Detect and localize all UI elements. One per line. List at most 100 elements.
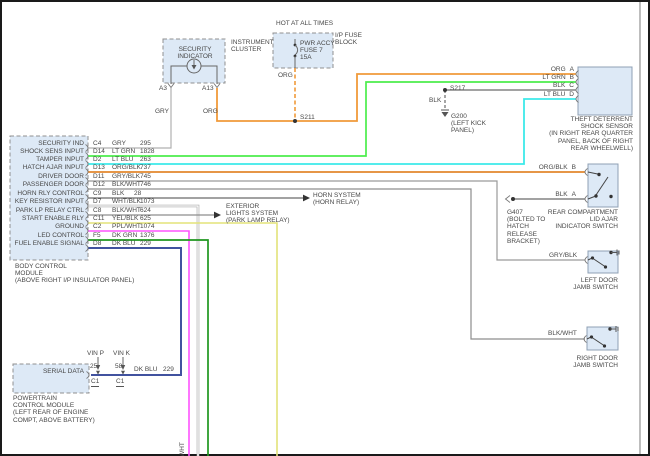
security-indicator-name: SECURITY INDICATOR bbox=[167, 46, 223, 60]
bcm-circuit: 1828 bbox=[140, 148, 154, 155]
bcm-pin-id: C9 bbox=[93, 190, 101, 197]
pplwht-vertical-wire-label: PPL/WHT bbox=[179, 442, 186, 456]
org-wire-label: ORG bbox=[203, 108, 218, 115]
bcm-pin-id: D8 bbox=[93, 240, 101, 247]
splice-s211-label: S211 bbox=[300, 114, 315, 121]
pcm-port-label: SERIAL DATA bbox=[24, 368, 84, 375]
horn-system-arrow-icon bbox=[303, 195, 310, 202]
bcm-pin-label: SECURITY IND bbox=[12, 140, 84, 147]
bcm-pin-id: C11 bbox=[93, 215, 104, 222]
bcm-circuit: 28 bbox=[134, 190, 141, 197]
bcm-circuit: 263 bbox=[140, 156, 151, 163]
bcm-pin-id: C8 bbox=[93, 207, 101, 214]
bcm-wire-color: LT GRN bbox=[112, 148, 135, 155]
bcm-circuit: 295 bbox=[140, 140, 151, 147]
rear-lid-switch-box bbox=[588, 164, 618, 207]
rear-switch-name: REAR COMPARTMENT LID AJAR INDICATOR SWIT… bbox=[500, 209, 618, 231]
bcm-wire-color: LT BLU bbox=[112, 156, 133, 163]
org-feed-wire-label: ORG bbox=[278, 72, 293, 79]
left-door-switch-name: LEFT DOOR JAMB SWITCH bbox=[558, 277, 618, 291]
bcm-pin-label: START ENABLE RLY bbox=[12, 215, 84, 222]
horn-system-destination: HORN SYSTEM (HORN RELAY) bbox=[313, 192, 361, 206]
bcm-pin-label: TAMPER INPUT bbox=[12, 156, 84, 163]
fuse-block-name: I/P FUSE BLOCK bbox=[335, 32, 362, 46]
exterior-lights-arrow-icon bbox=[214, 212, 221, 219]
bcm-pin-id: D7 bbox=[93, 198, 101, 205]
ground-g200-name: G200 (LEFT KICK PANEL) bbox=[451, 113, 486, 135]
bcm-wire-color: BLK/WHT bbox=[112, 207, 141, 214]
bcm-pin-label: SHOCK SENS INPUT bbox=[12, 148, 84, 155]
pcm-name: POWERTRAIN CONTROL MODULE (LEFT REAR OF … bbox=[13, 395, 95, 424]
instrument-cluster-name: INSTRUMENT CLUSTER bbox=[231, 39, 274, 53]
bcm-wire-color: ORG/BLK bbox=[112, 164, 141, 171]
bcm-circuit: 737 bbox=[140, 164, 151, 171]
bcm-wire-color: BLK/WHT bbox=[112, 181, 141, 188]
pcm-connector-k: C1 bbox=[116, 378, 124, 385]
bcm-pin-id: D2 bbox=[93, 156, 101, 163]
bcm-circuit: 229 bbox=[140, 240, 151, 247]
left-door-switch-box bbox=[588, 251, 618, 273]
left-door-wire-label: GRY/BLK bbox=[549, 252, 577, 259]
bcm-pin-label: PASSENGER DOOR bbox=[12, 181, 84, 188]
bcm-wire-color: DK BLU bbox=[112, 240, 135, 247]
pcm-wire-circuit-label: 229 bbox=[163, 366, 174, 373]
bcm-pin-label: LED CONTROL bbox=[12, 232, 84, 239]
wire-gry-295 bbox=[88, 88, 171, 148]
bcm-circuit: 1074 bbox=[140, 223, 154, 230]
bcm-wire-color: GRY bbox=[112, 140, 126, 147]
bcm-pin-label: DRIVER DOOR bbox=[12, 173, 84, 180]
bcm-pin-label: PARK LP RELAY CTRL bbox=[12, 207, 84, 214]
pcm-wire-color-label: DK BLU bbox=[134, 366, 157, 373]
bcm-pin-id: D12 bbox=[93, 181, 105, 188]
gry-wire-label: GRY bbox=[155, 108, 169, 115]
pcm-connector-p: C1 bbox=[91, 378, 99, 385]
wiring-diagram-page: HOT AT ALL TIMES I/P FUSE BLOCK PWR ACCY… bbox=[0, 0, 650, 456]
splice-s211 bbox=[293, 119, 297, 123]
blk-drop-wire-label: BLK bbox=[429, 97, 441, 104]
bcm-wire-color: PPL/WHT bbox=[112, 223, 141, 230]
bcm-pin-id: D14 bbox=[93, 148, 105, 155]
bcm-pin-label: HORN RLY CONTROL bbox=[12, 190, 84, 197]
fuse-name: PWR ACCY FUSE 7 15A bbox=[300, 40, 335, 62]
pcm-pin-k-circuit: 58 bbox=[115, 363, 122, 370]
shock-sensor-box bbox=[578, 67, 632, 115]
sensor-pin-c-label: BLKC bbox=[514, 82, 574, 89]
bcm-wire-color: YEL/BLK bbox=[112, 215, 138, 222]
bcm-pin-id: D11 bbox=[93, 173, 104, 180]
hot-at-all-times-label: HOT AT ALL TIMES bbox=[276, 20, 333, 27]
bcm-pin-id: F5 bbox=[93, 232, 101, 239]
bcm-pin-label: FUEL ENABLE SIGNAL bbox=[12, 240, 84, 247]
bcm-circuit: 1073 bbox=[140, 198, 154, 205]
bcm-pin-label: KEY RESISTOR INPUT bbox=[12, 198, 84, 205]
pcm-pin-p-name: VIN P bbox=[87, 350, 104, 357]
bcm-pin-id: C2 bbox=[93, 223, 101, 230]
ground-g200-icon bbox=[441, 110, 449, 117]
pin-a3-label: A3 bbox=[159, 85, 167, 92]
bcm-circuit: 746 bbox=[140, 181, 151, 188]
sensor-pin-d-label: LT BLUD bbox=[514, 91, 574, 98]
rear-switch-pin-b-label: ORG/BLKB bbox=[516, 164, 576, 171]
bcm-circuit: 624 bbox=[140, 207, 151, 214]
sensor-pin-a-label: ORGA bbox=[514, 66, 574, 73]
bcm-pin-id: C4 bbox=[93, 140, 101, 147]
bcm-wire-color: DK GRN bbox=[112, 232, 137, 239]
bcm-wire-color: BLK bbox=[112, 190, 124, 197]
bcm-name: BODY CONTROL MODULE (ABOVE RIGHT I/P INS… bbox=[15, 263, 134, 285]
bcm-circuit: 745 bbox=[140, 173, 151, 180]
right-door-switch-name: RIGHT DOOR JAMB SWITCH bbox=[558, 355, 618, 369]
exterior-lights-destination: EXTERIOR LIGHTS SYSTEM (PARK LAMP RELAY) bbox=[226, 203, 290, 225]
bcm-wire-color: GRY/BLK bbox=[112, 173, 140, 180]
bcm-pin-id: D13 bbox=[93, 164, 105, 171]
pin-a13-label: A13 bbox=[202, 85, 214, 92]
bcm-pin-label: GROUND bbox=[12, 223, 84, 230]
bcm-circuit: 625 bbox=[140, 215, 151, 222]
ground-g407-icon bbox=[506, 196, 516, 203]
bcm-pin-label: HATCH AJAR INPUT bbox=[12, 164, 84, 171]
splice-s217-label: S217 bbox=[450, 85, 465, 92]
right-door-wire-label: BLK/WHT bbox=[548, 330, 577, 337]
rear-switch-pin-a-label: BLKA bbox=[516, 191, 576, 198]
pcm-pin-k-name: VIN K bbox=[113, 350, 130, 357]
splice-s217 bbox=[443, 88, 447, 92]
sensor-pin-b-label: LT GRNB bbox=[514, 74, 574, 81]
shock-sensor-name: THEFT DETERRENT SHOCK SENSOR (IN RIGHT R… bbox=[473, 116, 633, 152]
